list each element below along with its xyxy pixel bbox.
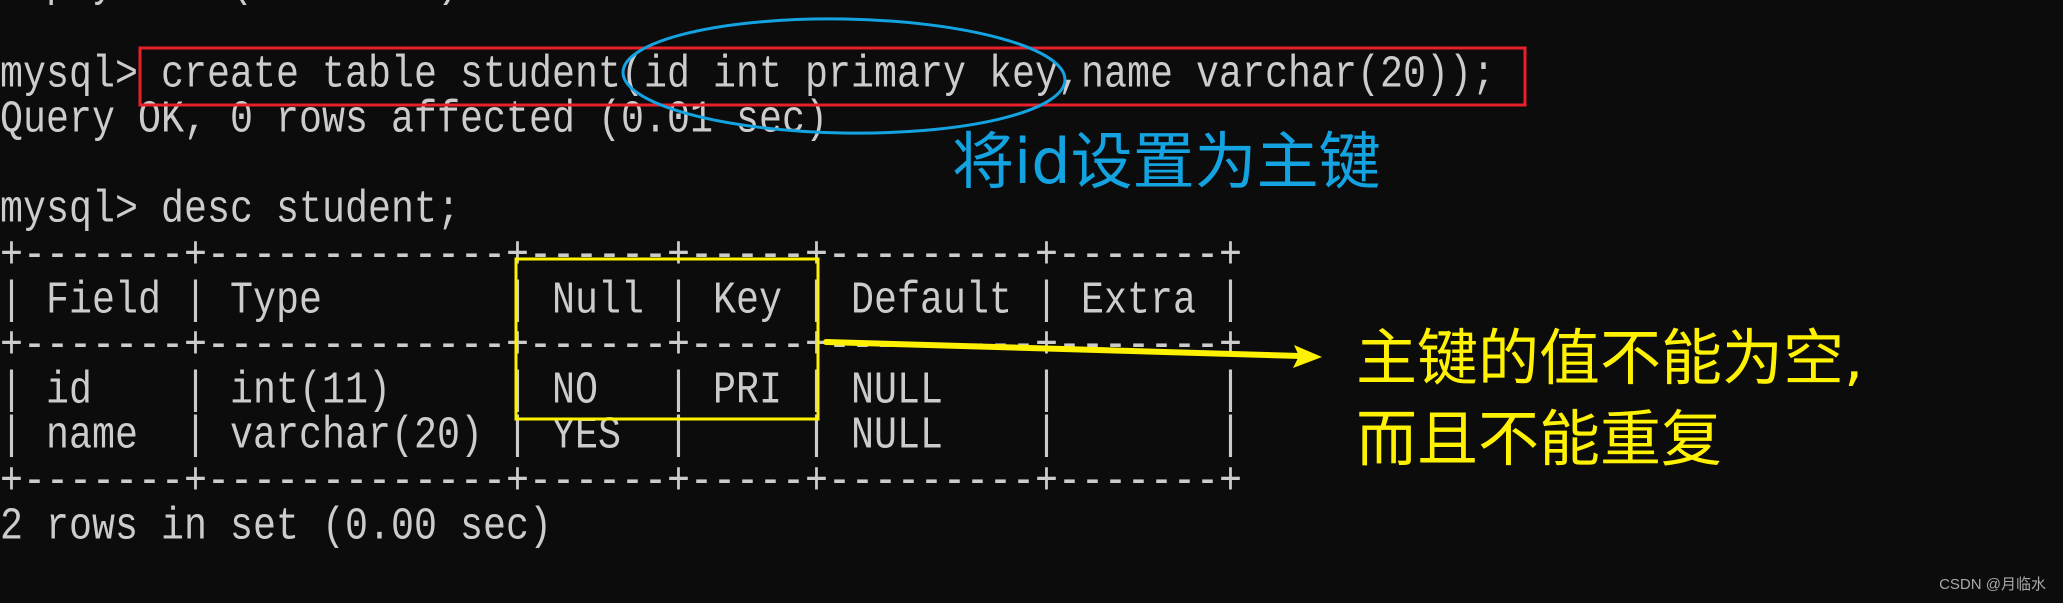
terminal-line-empty-set: Empty set (0.00 sec) <box>0 0 460 11</box>
annotation-line-1: 主键的值不能为空, <box>1356 323 1864 394</box>
watermark: CSDN @月临水 <box>1939 576 2046 593</box>
terminal-window: Empty set (0.00 sec) mysql> create table… <box>0 0 2063 603</box>
terminal-line-rows-in-set: 2 rows in set (0.00 sec) <box>0 500 552 553</box>
primary-key-constraint-annotation: 主键的值不能为空, 而且不能重复 <box>1356 318 1863 480</box>
terminal-line-query-ok: Query OK, 0 rows affected (0.01 sec) <box>0 93 828 146</box>
primary-key-annotation: 将id设置为主键 <box>952 125 1381 198</box>
annotation-line-2: 而且不能重复 <box>1356 404 1723 475</box>
